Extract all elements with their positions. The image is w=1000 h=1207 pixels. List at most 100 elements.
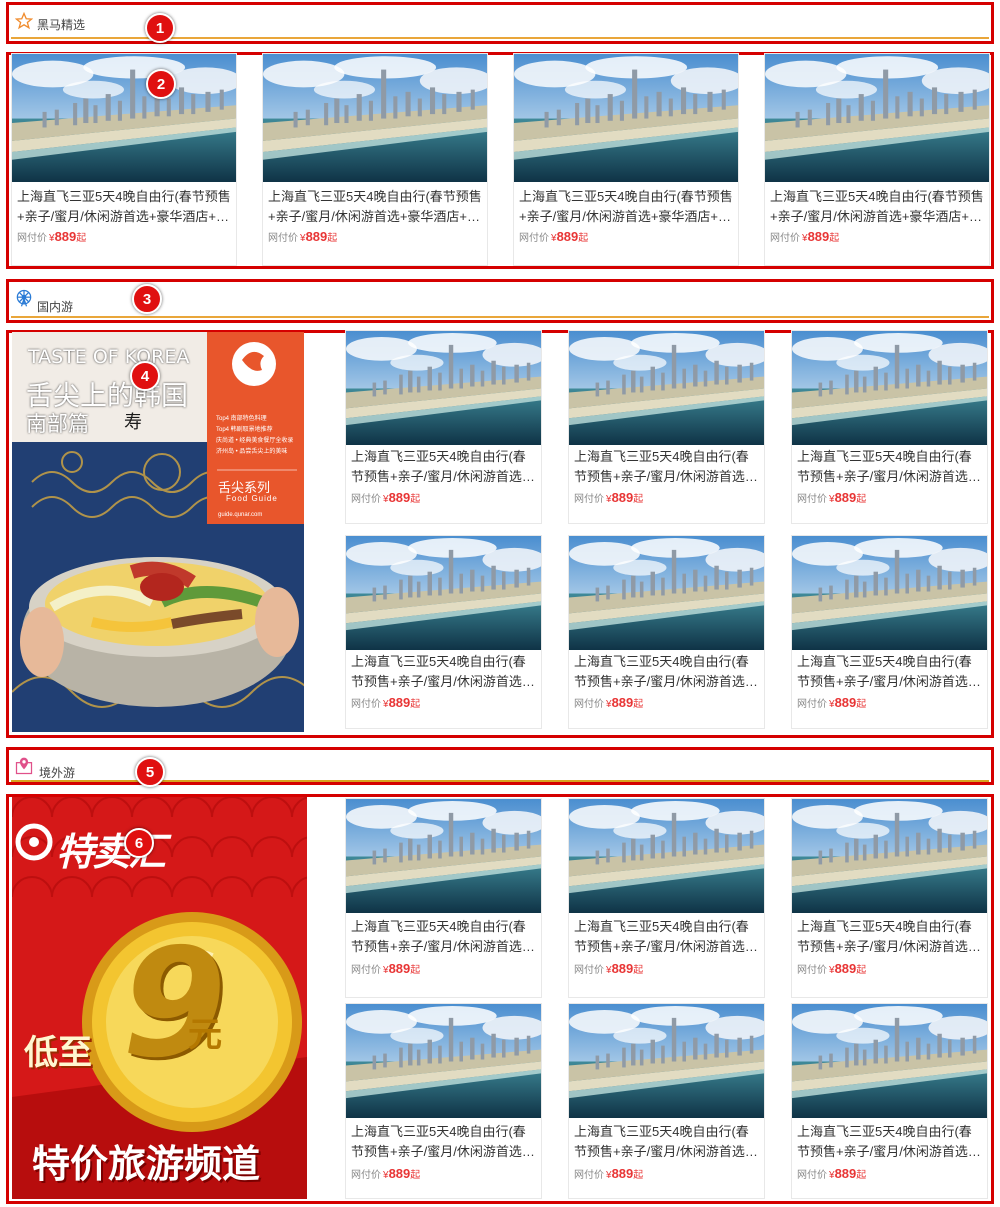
price-label: 网付价 <box>351 965 381 976</box>
product-image[interactable] <box>569 1004 764 1118</box>
product-price: 网付价 ¥889起 <box>17 229 86 244</box>
product-title[interactable]: 上海直飞三亚5天4晚自由行(春节预售+亲子/蜜月/休闲游首选+豪华酒店+送接机) <box>770 187 984 227</box>
section-title: 黑马精选 <box>37 18 86 32</box>
price-value: 889 <box>611 961 634 976</box>
product-card[interactable]: 上海直飞三亚5天4晚自由行(春节预售+亲子/蜜月/休闲游首选+豪华酒店+送接机)… <box>568 535 765 729</box>
price-value: 889 <box>611 1166 634 1181</box>
product-image[interactable] <box>346 331 541 445</box>
product-image[interactable] <box>346 799 541 913</box>
product-title[interactable]: 上海直飞三亚5天4晚自由行(春节预售+亲子/蜜月/休闲游首选+豪华酒店+送接机) <box>351 652 536 692</box>
map-pin-icon <box>13 755 35 777</box>
banner-top-item: 庆尚道 • 经典美食餐厅全收录 <box>216 438 294 444</box>
price-label: 网付价 <box>797 699 827 710</box>
product-title[interactable]: 上海直飞三亚5天4晚自由行(春节预售+亲子/蜜月/休闲游首选+豪华酒店+送接机) <box>574 1122 759 1162</box>
product-card[interactable]: 上海直飞三亚5天4晚自由行(春节预售+亲子/蜜月/休闲游首选+豪华酒店+送接机)… <box>345 798 542 998</box>
price-suffix: 起 <box>327 233 338 244</box>
banner-top-list: Top4 南部特色料理 Top4 韩剧取景地推荐 庆尚道 • 经典美食餐厅全收录… <box>216 414 300 458</box>
product-card[interactable]: 上海直飞三亚5天4晚自由行(春节预售+亲子/蜜月/休闲游首选+豪华酒店+送接机)… <box>513 53 739 266</box>
product-price: 网付价 ¥889起 <box>351 695 420 710</box>
product-title[interactable]: 上海直飞三亚5天4晚自由行(春节预售+亲子/蜜月/休闲游首选+豪华酒店+送接机) <box>797 447 982 487</box>
product-title[interactable]: 上海直飞三亚5天4晚自由行(春节预售+亲子/蜜月/休闲游首选+豪华酒店+送接机) <box>797 1122 982 1162</box>
annotation-badge-3: 3 <box>132 284 162 314</box>
product-image[interactable] <box>346 1004 541 1118</box>
banner-site: guide.qunar.com <box>218 512 263 518</box>
price-suffix: 起 <box>410 494 421 505</box>
product-image[interactable] <box>12 54 236 182</box>
price-value: 889 <box>388 490 411 505</box>
product-card[interactable]: 上海直飞三亚5天4晚自由行(春节预售+亲子/蜜月/休闲游首选+豪华酒店+送接机)… <box>345 1003 542 1199</box>
product-image[interactable] <box>263 54 487 182</box>
korea-food-guide-banner[interactable]: TASTE OF KOREA 舌尖上的韩国 南部篇 寿 Top4 南部特色料理 … <box>12 332 304 732</box>
product-image[interactable] <box>765 54 989 182</box>
price-label: 网付价 <box>797 1170 827 1181</box>
banner-low: 低至 <box>24 1033 92 1073</box>
product-card[interactable]: 上海直飞三亚5天4晚自由行(春节预售+亲子/蜜月/休闲游首选+豪华酒店+送接机)… <box>764 53 990 266</box>
price-suffix: 起 <box>856 965 867 976</box>
product-image[interactable] <box>514 54 738 182</box>
product-card[interactable]: 上海直飞三亚5天4晚自由行(春节预售+亲子/蜜月/休闲游首选+豪华酒店+送接机)… <box>345 535 542 729</box>
product-price: 网付价 ¥889起 <box>574 1166 643 1181</box>
product-title[interactable]: 上海直飞三亚5天4晚自由行(春节预售+亲子/蜜月/休闲游首选+豪华酒店+送接机) <box>574 917 759 957</box>
overseas-product-grid: 特卖汇 低至 9 元 特价旅游频道 上海直飞三亚5天4晚自由行(春节预售+亲子/… <box>6 794 994 1204</box>
banner-channel: 特价旅游频道 <box>32 1142 261 1186</box>
price-suffix: 起 <box>856 1170 867 1181</box>
price-value: 889 <box>834 961 857 976</box>
section-underline <box>11 316 989 318</box>
product-image[interactable] <box>792 1004 987 1118</box>
product-title[interactable]: 上海直飞三亚5天4晚自由行(春节预售+亲子/蜜月/休闲游首选+豪华酒店+送接机) <box>574 652 759 692</box>
price-label: 网付价 <box>519 233 549 244</box>
product-image[interactable] <box>792 331 987 445</box>
banner-seal-char: 寿 <box>124 412 142 433</box>
product-card[interactable]: 上海直飞三亚5天4晚自由行(春节预售+亲子/蜜月/休闲游首选+豪华酒店+送接机)… <box>568 330 765 524</box>
product-card[interactable]: 上海直飞三亚5天4晚自由行(春节预售+亲子/蜜月/休闲游首选+豪华酒店+送接机)… <box>11 53 237 266</box>
price-suffix: 起 <box>829 233 840 244</box>
product-image[interactable] <box>569 331 764 445</box>
price-suffix: 起 <box>410 1170 421 1181</box>
product-image[interactable] <box>569 536 764 650</box>
price-value: 889 <box>834 1166 857 1181</box>
banner-subtitle: 南部篇 <box>26 412 89 436</box>
product-price: 网付价 ¥889起 <box>574 490 643 505</box>
product-card[interactable]: 上海直飞三亚5天4晚自由行(春节预售+亲子/蜜月/休闲游首选+豪华酒店+送接机)… <box>791 798 988 998</box>
product-title[interactable]: 上海直飞三亚5天4晚自由行(春节预售+亲子/蜜月/休闲游首选+豪华酒店+送接机) <box>17 187 231 227</box>
product-card[interactable]: 上海直飞三亚5天4晚自由行(春节预售+亲子/蜜月/休闲游首选+豪华酒店+送接机)… <box>568 1003 765 1199</box>
price-suffix: 起 <box>410 965 421 976</box>
product-title[interactable]: 上海直飞三亚5天4晚自由行(春节预售+亲子/蜜月/休闲游首选+豪华酒店+送接机) <box>268 187 482 227</box>
product-title[interactable]: 上海直飞三亚5天4晚自由行(春节预售+亲子/蜜月/休闲游首选+豪华酒店+送接机) <box>797 917 982 957</box>
price-label: 网付价 <box>574 699 604 710</box>
discount-deal-banner[interactable]: 特卖汇 低至 9 元 特价旅游频道 <box>12 797 307 1199</box>
product-title[interactable]: 上海直飞三亚5天4晚自由行(春节预售+亲子/蜜月/休闲游首选+豪华酒店+送接机) <box>519 187 733 227</box>
product-price: 网付价 ¥889起 <box>351 1166 420 1181</box>
price-label: 网付价 <box>574 1170 604 1181</box>
product-card[interactable]: 上海直飞三亚5天4晚自由行(春节预售+亲子/蜜月/休闲游首选+豪华酒店+送接机)… <box>791 330 988 524</box>
product-card[interactable]: 上海直飞三亚5天4晚自由行(春节预售+亲子/蜜月/休闲游首选+豪华酒店+送接机)… <box>568 798 765 998</box>
price-suffix: 起 <box>856 699 867 710</box>
product-price: 网付价 ¥889起 <box>797 695 866 710</box>
price-suffix: 起 <box>410 699 421 710</box>
product-image[interactable] <box>569 799 764 913</box>
banner-series-en: Food Guide <box>226 494 278 503</box>
product-image[interactable] <box>792 799 987 913</box>
product-title[interactable]: 上海直飞三亚5天4晚自由行(春节预售+亲子/蜜月/休闲游首选+豪华酒店+送接机) <box>351 447 536 487</box>
product-image[interactable] <box>792 536 987 650</box>
product-image[interactable] <box>346 536 541 650</box>
product-title[interactable]: 上海直飞三亚5天4晚自由行(春节预售+亲子/蜜月/休闲游首选+豪华酒店+送接机) <box>574 447 759 487</box>
price-value: 889 <box>388 1166 411 1181</box>
price-value: 889 <box>556 229 579 244</box>
banner-unit: 元 <box>188 1015 222 1055</box>
product-price: 网付价 ¥889起 <box>797 1166 866 1181</box>
product-card[interactable]: 上海直飞三亚5天4晚自由行(春节预售+亲子/蜜月/休闲游首选+豪华酒店+送接机)… <box>791 1003 988 1199</box>
price-suffix: 起 <box>633 494 644 505</box>
product-card[interactable]: 上海直飞三亚5天4晚自由行(春节预售+亲子/蜜月/休闲游首选+豪华酒店+送接机)… <box>791 535 988 729</box>
price-label: 网付价 <box>574 494 604 505</box>
product-card[interactable]: 上海直飞三亚5天4晚自由行(春节预售+亲子/蜜月/休闲游首选+豪华酒店+送接机)… <box>345 330 542 524</box>
product-card[interactable]: 上海直飞三亚5天4晚自由行(春节预售+亲子/蜜月/休闲游首选+豪华酒店+送接机)… <box>262 53 488 266</box>
annotation-badge-6: 6 <box>124 828 154 858</box>
price-suffix: 起 <box>856 494 867 505</box>
annotation-badge-2: 2 <box>146 69 176 99</box>
product-title[interactable]: 上海直飞三亚5天4晚自由行(春节预售+亲子/蜜月/休闲游首选+豪华酒店+送接机) <box>351 917 536 957</box>
price-suffix: 起 <box>633 1170 644 1181</box>
domestic-product-grid: TASTE OF KOREA 舌尖上的韩国 南部篇 寿 Top4 南部特色料理 … <box>6 330 994 738</box>
product-title[interactable]: 上海直飞三亚5天4晚自由行(春节预售+亲子/蜜月/休闲游首选+豪华酒店+送接机) <box>351 1122 536 1162</box>
product-title[interactable]: 上海直飞三亚5天4晚自由行(春节预售+亲子/蜜月/休闲游首选+豪华酒店+送接机) <box>797 652 982 692</box>
